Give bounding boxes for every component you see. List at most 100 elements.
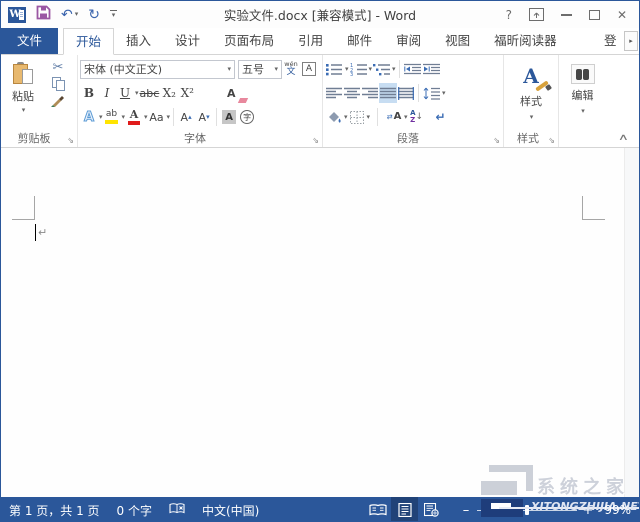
vertical-scrollbar[interactable]: [624, 148, 639, 497]
zoom-in-button[interactable]: +: [581, 503, 595, 518]
line-spacing-dropdown-icon[interactable]: ▾: [442, 89, 446, 97]
minimize-button[interactable]: [561, 14, 572, 16]
proofing-status-button[interactable]: [169, 502, 185, 518]
paragraph-group: ▾ 123 ▾ ▾ ▾ ▾: [323, 55, 504, 147]
justify-icon: [380, 87, 396, 100]
tab-review[interactable]: 审阅: [384, 28, 433, 54]
sort-button[interactable]: AZ↓: [408, 107, 426, 127]
editing-button[interactable]: 编辑 ▾: [561, 57, 604, 129]
zoom-slider[interactable]: [477, 505, 577, 515]
numbering-icon: 123: [350, 63, 367, 76]
read-mode-view-button[interactable]: [364, 497, 391, 522]
change-case-button[interactable]: Aa: [148, 107, 166, 127]
styles-button[interactable]: A 样式 ▾: [506, 57, 556, 129]
align-center-button[interactable]: [343, 83, 361, 103]
borders-button[interactable]: [348, 107, 366, 127]
increase-indent-icon: [423, 63, 440, 76]
language-indicator[interactable]: 中文(中国): [202, 502, 259, 519]
print-layout-view-button[interactable]: [391, 497, 418, 522]
tab-foxit-reader[interactable]: 福昕阅读器: [482, 28, 569, 54]
text-effects-button[interactable]: A: [80, 107, 98, 127]
word-count-indicator[interactable]: 0 个字: [117, 502, 152, 519]
phonetic-guide-button[interactable]: wén 文: [282, 59, 300, 79]
redo-icon: ↻: [88, 8, 100, 22]
zoom-slider-thumb[interactable]: [525, 505, 529, 515]
maximize-button[interactable]: [589, 10, 600, 20]
bullets-button[interactable]: [325, 59, 344, 79]
clipboard-dialog-launcher[interactable]: ⇘: [67, 136, 74, 145]
tab-scroll-right-button[interactable]: ▸: [624, 31, 638, 51]
chevron-down-icon[interactable]: ▾: [274, 65, 278, 73]
font-size-combobox[interactable]: 五号 ▾: [238, 60, 282, 79]
shading-button[interactable]: [325, 107, 343, 127]
character-border-button[interactable]: A: [300, 59, 318, 79]
character-shading-button[interactable]: A: [220, 107, 238, 127]
zoom-percentage[interactable]: 99%: [595, 503, 631, 517]
italic-button[interactable]: I: [98, 83, 116, 103]
decrease-indent-button[interactable]: [403, 59, 422, 79]
zoom-out-button[interactable]: –: [459, 503, 473, 518]
multilevel-dropdown-icon[interactable]: ▾: [392, 65, 396, 73]
bold-button[interactable]: B: [80, 83, 98, 103]
page-number-indicator[interactable]: 第 1 页，共 1 页: [9, 502, 100, 519]
tab-home[interactable]: 开始: [63, 28, 114, 55]
distribute-button[interactable]: [397, 83, 415, 103]
web-layout-view-button[interactable]: [418, 497, 445, 522]
strikethrough-button[interactable]: abc: [139, 83, 161, 103]
tab-sign-in[interactable]: 登: [602, 28, 624, 54]
shading-bucket-icon: [326, 111, 342, 124]
close-button[interactable]: ✕: [617, 9, 627, 21]
font-dialog-launcher[interactable]: ⇘: [312, 136, 319, 145]
multilevel-list-button[interactable]: [372, 59, 391, 79]
shrink-font-button[interactable]: A▾: [195, 107, 213, 127]
paragraph-dialog-launcher[interactable]: ⇘: [493, 136, 500, 145]
superscript-button[interactable]: X²: [178, 83, 196, 103]
show-hide-marks-button[interactable]: ↵: [432, 107, 450, 127]
highlight-color-button[interactable]: ab: [103, 107, 121, 127]
change-case-dropdown-icon[interactable]: ▾: [167, 113, 171, 121]
eraser-icon: [238, 98, 248, 103]
ribbon: 粘贴 ▾ ✂ 剪贴板 ⇘ 宋体 (中文正文) ▾ 五号: [1, 55, 639, 148]
help-button[interactable]: ?: [506, 9, 512, 21]
line-spacing-button[interactable]: [422, 83, 441, 103]
justify-button[interactable]: [379, 83, 397, 103]
document-page[interactable]: ↵: [1, 148, 639, 497]
tab-insert[interactable]: 插入: [114, 28, 163, 54]
asian-layout-button[interactable]: ⇄A: [385, 107, 403, 127]
enclose-characters-button[interactable]: 字: [238, 107, 256, 127]
tab-mailings[interactable]: 邮件: [335, 28, 384, 54]
tab-view[interactable]: 视图: [433, 28, 482, 54]
increase-indent-button[interactable]: [422, 59, 441, 79]
font-color-button[interactable]: A: [125, 107, 143, 127]
collapse-ribbon-button[interactable]: ∧: [618, 133, 629, 143]
align-right-button[interactable]: [361, 83, 379, 103]
asian-layout-letter: A: [394, 112, 402, 122]
align-left-button[interactable]: [325, 83, 343, 103]
save-button[interactable]: [36, 5, 51, 24]
underline-button[interactable]: U: [116, 83, 134, 103]
redo-button[interactable]: ↻: [88, 8, 100, 22]
paste-button[interactable]: 粘贴 ▾: [3, 57, 43, 131]
copy-button[interactable]: [52, 77, 65, 91]
format-painter-button[interactable]: [51, 94, 65, 110]
tab-references[interactable]: 引用: [286, 28, 335, 54]
grow-font-letter: A: [181, 111, 189, 124]
tab-design[interactable]: 设计: [163, 28, 212, 54]
customize-qat-button[interactable]: ▾: [110, 10, 117, 19]
numbering-button[interactable]: 123: [349, 59, 368, 79]
clear-formatting-button[interactable]: A: [222, 83, 240, 103]
grow-font-button[interactable]: A▴: [177, 107, 195, 127]
line-spacing-icon: [423, 87, 440, 100]
ribbon-display-options-button[interactable]: [529, 8, 544, 21]
undo-dropdown-icon[interactable]: ▾: [75, 11, 79, 18]
chevron-down-icon[interactable]: ▾: [227, 65, 231, 73]
font-name-combobox[interactable]: 宋体 (中文正文) ▾: [80, 60, 235, 79]
tab-page-layout[interactable]: 页面布局: [212, 28, 286, 54]
tab-file[interactable]: 文件: [1, 27, 58, 54]
subscript-button[interactable]: X₂: [160, 83, 178, 103]
undo-button[interactable]: ↶▾: [61, 8, 78, 22]
borders-dropdown-icon[interactable]: ▾: [367, 113, 371, 121]
paste-dropdown-icon[interactable]: ▾: [22, 106, 26, 114]
cut-button[interactable]: ✂: [53, 61, 64, 74]
styles-dialog-launcher[interactable]: ⇘: [548, 136, 555, 145]
